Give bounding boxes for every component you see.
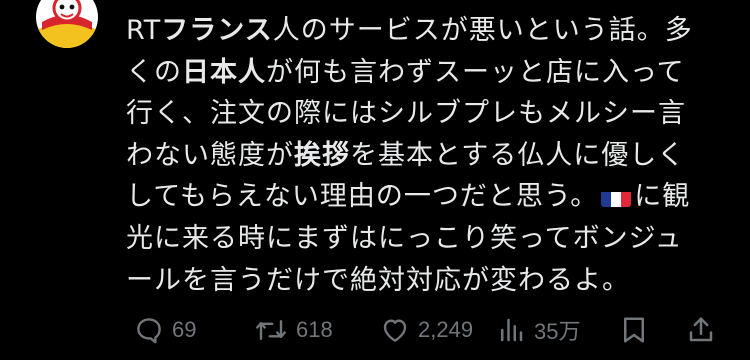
text-segment: わない態度が xyxy=(126,139,294,171)
repost-button[interactable]: 618 xyxy=(254,308,333,352)
bold-segment: 挨拶 xyxy=(294,139,350,171)
bar-chart-icon xyxy=(496,315,526,345)
reply-button[interactable]: 69 xyxy=(134,308,196,352)
repost-arrows-icon xyxy=(254,315,288,345)
like-count: 2,249 xyxy=(418,317,474,342)
text-segment: してもらえない理由の一つだと思う。 xyxy=(126,181,599,213)
flag-france-icon xyxy=(601,185,632,208)
tweet-line-6: 光に来る時にまずはにっこり笑ってボンジュ xyxy=(126,222,683,254)
avatar-image xyxy=(36,0,98,48)
tweet-line-3: 行く、注文の際にはシルブプレもメルシー言 xyxy=(126,98,686,130)
bold-segment: 日本人 xyxy=(182,56,266,88)
text-segment: が何も言わずスーッと店に入って xyxy=(266,56,685,88)
tweet-action-bar: 69 618 2,249 35万 xyxy=(0,308,750,352)
text-segment: RT xyxy=(126,15,162,46)
views-button[interactable]: 35万 xyxy=(496,308,580,352)
share-button[interactable] xyxy=(686,308,716,352)
tweet-line-1: RTフランス人のサービスが悪いという話。多 xyxy=(126,10,726,52)
text-segment: 人のサービスが悪いという話。多 xyxy=(272,15,693,46)
reply-count: 69 xyxy=(172,317,197,342)
tweet-line-7: ールを言うだけで絶対対応が変わるよ。 xyxy=(126,264,630,296)
tweet-line-5: してもらえない理由の一つだと思う。 に観 xyxy=(126,176,726,218)
tweet-line-2: くの日本人が何も言わずスーッと店に入って xyxy=(126,52,726,94)
text-segment: くの xyxy=(126,56,182,88)
share-upload-icon xyxy=(686,315,716,345)
tweet-text: RTフランス人のサービスが悪いという話。多 くの日本人が何も言わずスーッと店に入… xyxy=(126,10,726,301)
speech-bubble-icon xyxy=(134,315,164,345)
text-segment: を基本とする仏人に優しく xyxy=(350,139,686,171)
tweet-line-4: わない態度が挨拶を基本とする仏人に優しく xyxy=(126,135,726,177)
bookmark-icon xyxy=(620,315,648,345)
like-button[interactable]: 2,249 xyxy=(380,308,473,352)
views-count: 35万 xyxy=(534,319,581,344)
avatar[interactable] xyxy=(36,0,98,48)
bookmark-button[interactable] xyxy=(620,308,648,352)
repost-count: 618 xyxy=(296,317,333,342)
bold-segment: フランス xyxy=(161,15,273,46)
text-segment: に観 xyxy=(634,181,691,213)
heart-icon xyxy=(380,315,410,345)
